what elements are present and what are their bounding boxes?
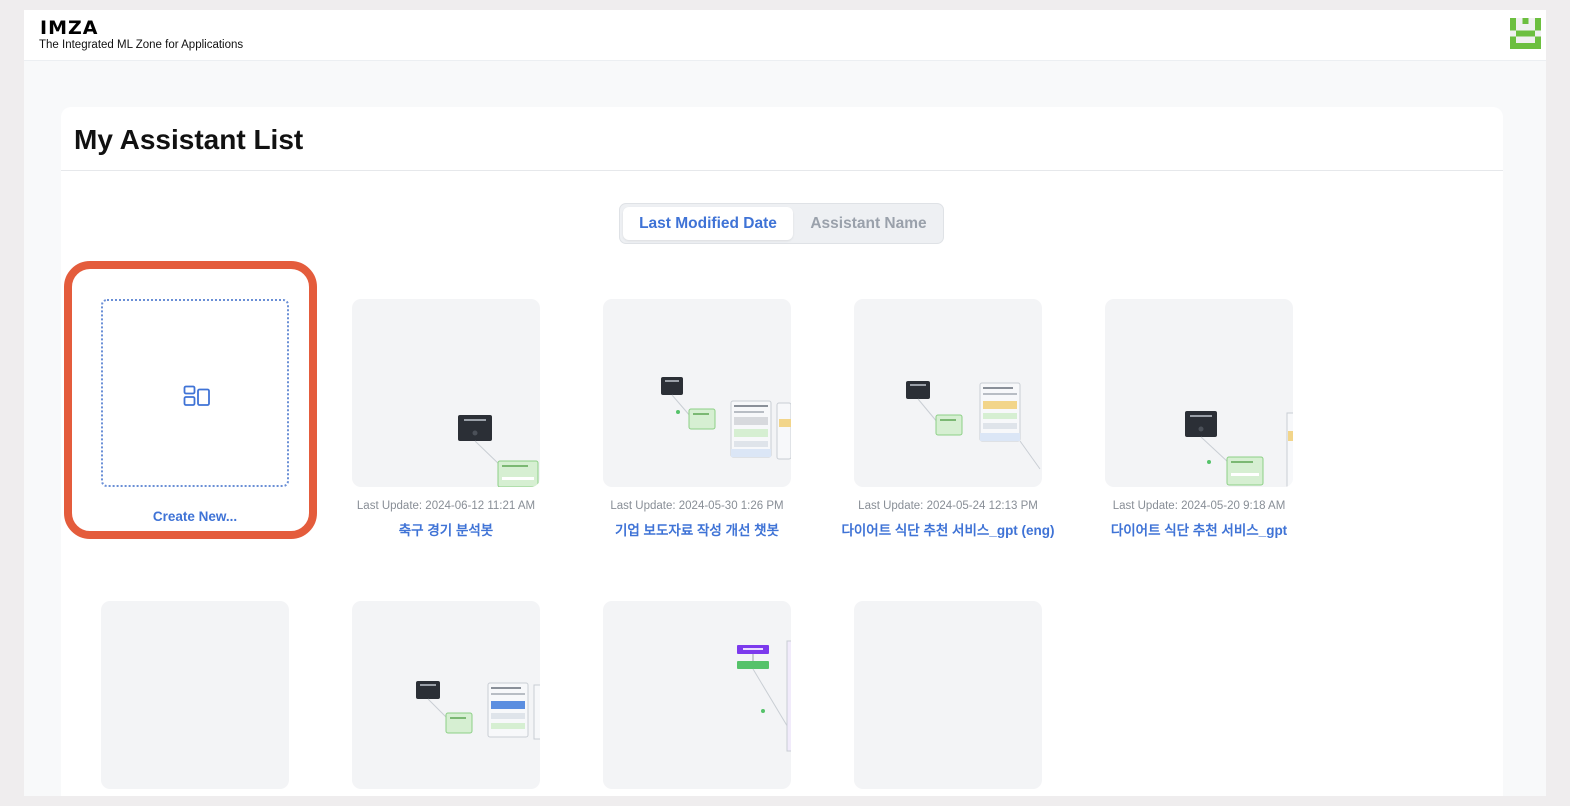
create-new-label[interactable]: Create New... (101, 509, 289, 524)
assistant-name[interactable]: 기업 보도자료 작성 개선 챗봇 (563, 519, 831, 539)
last-update-text: Last Update: 2024-06-12 11:21 AM (356, 500, 536, 512)
assistant-list-panel: My Assistant List Last Modified Date Ass… (61, 107, 1503, 796)
assistant-name[interactable]: 다이어트 식단 추천 서비스_gpt (1065, 519, 1333, 539)
last-update-text: Last Update: 2024-05-30 1:26 PM (610, 500, 784, 512)
layout-icon (183, 385, 210, 406)
title-divider (61, 170, 1503, 171)
last-update-text: Last Update: 2024-05-20 9:18 AM (1112, 500, 1286, 512)
last-update-text: Last Update: 2024-05-24 12:13 PM (858, 500, 1038, 512)
workflow-thumbnail[interactable] (603, 299, 791, 487)
sort-toggle: Last Modified Date Assistant Name (619, 203, 944, 244)
assistant-name[interactable]: 다이어트 식단 추천 서비스_gpt (eng) (814, 519, 1082, 539)
app-window: IMZA The Integrated ML Zone for Applicat… (24, 10, 1546, 796)
workflow-thumbnail[interactable] (854, 601, 1042, 789)
sort-last-modified-button[interactable]: Last Modified Date (623, 207, 793, 240)
workflow-thumbnail[interactable] (352, 601, 540, 789)
workflow-thumbnail[interactable] (352, 299, 540, 487)
workflow-thumbnail[interactable] (101, 601, 289, 789)
sort-assistant-name-button[interactable]: Assistant Name (796, 207, 941, 240)
workflow-thumbnail[interactable] (854, 299, 1042, 487)
workflow-thumbnail[interactable] (603, 601, 791, 789)
assistant-name[interactable]: 축구 경기 분석봇 (312, 519, 580, 539)
page-title: My Assistant List (74, 124, 304, 155)
user-avatar-icon[interactable] (1510, 18, 1541, 49)
brand-subtitle: The Integrated ML Zone for Applications (39, 39, 244, 51)
workflow-thumbnail[interactable] (1105, 299, 1293, 487)
create-new-dropzone[interactable] (101, 299, 289, 487)
brand-title[interactable]: IMZA (40, 17, 98, 39)
top-bar: IMZA The Integrated ML Zone for Applicat… (24, 10, 1546, 61)
